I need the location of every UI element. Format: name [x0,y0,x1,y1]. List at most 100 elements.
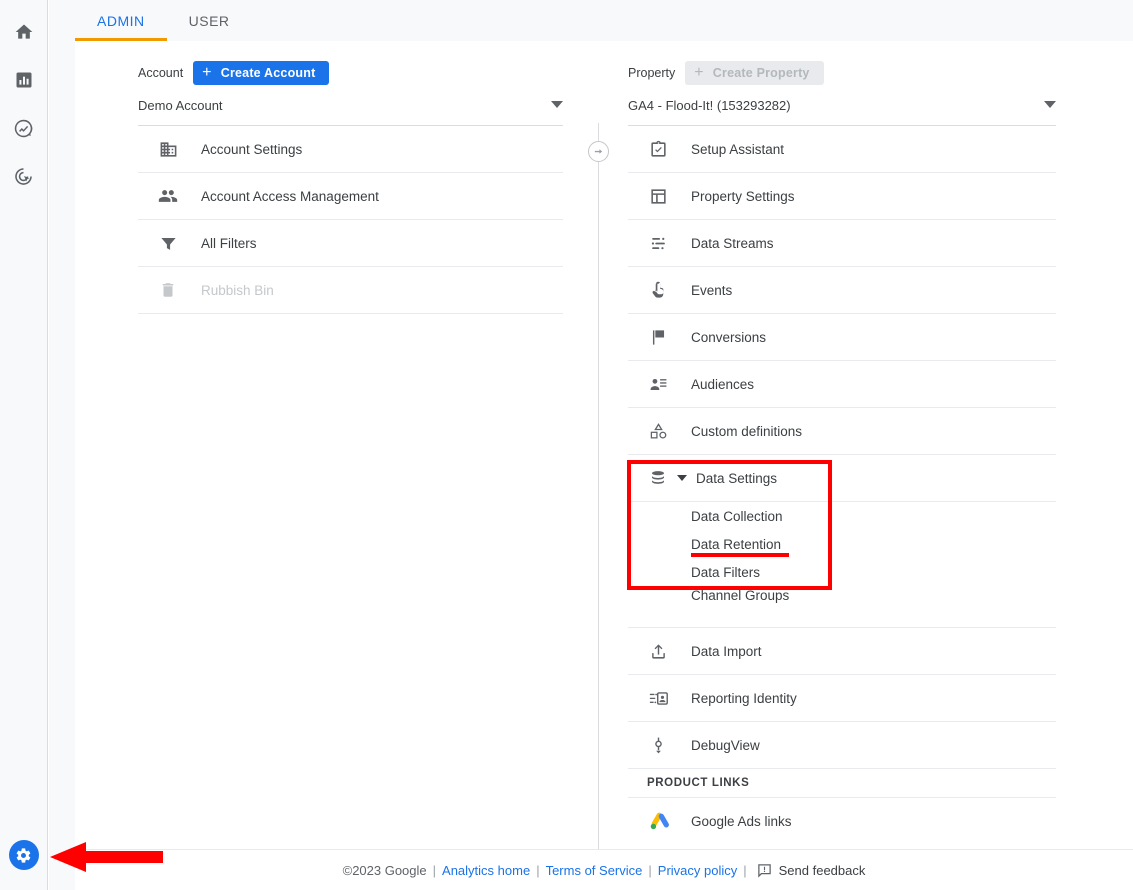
admin-user-tabbar: ADMIN USER [49,0,1133,41]
property-selector[interactable]: GA4 - Flood-It! (153293282) [628,98,1056,126]
footer-separator: | [432,862,437,878]
property-item-events[interactable]: Events [628,267,1056,314]
property-subitem-data-filters[interactable]: Data Filters [628,558,1056,586]
create-property-button[interactable]: + Create Property [685,61,824,85]
footer-separator: | [743,862,747,878]
footer-link-privacy-policy[interactable]: Privacy policy [658,863,737,878]
page-footer: ©2023 Google | Analytics home | Terms of… [75,849,1133,890]
property-menu-list: Setup Assistant Property Settings Data S… [628,126,1056,845]
tap-icon [647,279,669,301]
tab-admin[interactable]: ADMIN [75,0,167,41]
home-icon[interactable] [0,8,48,56]
footer-separator: | [648,862,652,878]
account-selector-value: Demo Account [138,98,223,113]
identity-icon [647,687,669,709]
create-property-label: Create Property [712,66,810,80]
property-subitem-channel-groups[interactable]: Channel Groups [628,586,1056,628]
send-feedback-button[interactable]: Send feedback [757,862,866,878]
footer-link-analytics-home[interactable]: Analytics home [442,863,530,878]
clipboard-check-icon [647,138,669,160]
property-item-reporting-identity[interactable]: Reporting Identity [628,675,1056,722]
property-item-label: Conversions [691,329,767,345]
property-item-conversions[interactable]: Conversions [628,314,1056,361]
property-subitem-data-collection[interactable]: Data Collection [628,502,1056,530]
account-menu-list: Account Settings Account Access Manageme… [138,126,563,314]
gear-icon[interactable] [8,840,39,870]
debug-icon [647,734,669,756]
property-group-label: Data Settings [696,470,778,486]
property-item-label: Reporting Identity [691,690,797,706]
data-streams-icon [647,232,669,254]
property-item-setup-assistant[interactable]: Setup Assistant [628,126,1056,173]
trash-icon [157,279,179,301]
property-selector-value: GA4 - Flood-It! (153293282) [628,98,791,113]
column-divider [598,123,599,849]
property-group-data-settings[interactable]: Data Settings [628,455,1056,502]
footer-copyright: ©2023 Google [342,862,427,878]
account-item-label: Account Access Management [201,188,379,204]
account-item-all-filters[interactable]: All Filters [138,220,563,267]
property-item-label: Data Streams [691,235,774,251]
property-item-data-import[interactable]: Data Import [628,628,1056,675]
property-item-label: Data Import [691,643,762,659]
property-subitem-data-retention[interactable]: Data Retention [628,530,1056,558]
tab-user[interactable]: USER [167,0,252,41]
property-column: Property + Create Property GA4 - Flood-I… [628,60,1056,845]
reports-icon[interactable] [0,56,48,104]
building-icon [157,138,179,160]
explore-icon[interactable] [0,104,48,152]
property-item-data-streams[interactable]: Data Streams [628,220,1056,267]
account-item-rubbish-bin: Rubbish Bin [138,267,563,314]
property-item-property-settings[interactable]: Property Settings [628,173,1056,220]
collapse-arrow-icon[interactable] [588,141,609,162]
filter-icon [157,232,179,254]
property-item-label: Events [691,282,733,298]
property-item-label: Google Ads links [691,814,792,829]
property-item-label: Custom definitions [691,423,803,439]
account-item-label: Account Settings [201,141,303,157]
account-column: Account + Create Account Demo Account Ac… [138,60,563,314]
property-item-label: Property Settings [691,188,795,204]
shapes-icon [647,420,669,442]
admin-panel: Account + Create Account Demo Account Ac… [75,41,1133,849]
property-label: Property [628,66,676,80]
database-icon [647,467,669,489]
triangle-down-icon [677,475,687,481]
chevron-down-icon [1044,101,1056,108]
account-label: Account [138,66,184,80]
flag-icon [647,326,669,348]
plus-icon: + [694,64,704,81]
send-feedback-label: Send feedback [778,862,866,878]
property-item-debugview[interactable]: DebugView [628,722,1056,769]
advertising-icon[interactable] [0,152,48,200]
plus-icon: + [202,64,212,81]
account-column-header: Account + Create Account [138,60,563,86]
footer-separator: | [536,862,540,878]
create-account-label: Create Account [220,66,316,80]
people-icon [157,185,179,207]
account-selector[interactable]: Demo Account [138,98,563,126]
property-item-label: Setup Assistant [691,141,785,157]
google-ads-icon [647,811,669,833]
layout-icon [647,185,669,207]
chevron-down-icon [551,101,563,108]
property-column-header: Property + Create Property [628,60,1056,86]
create-account-button[interactable]: + Create Account [193,61,330,85]
audience-icon [647,373,669,395]
property-item-label: DebugView [691,737,760,753]
content-gutter [49,0,75,890]
property-item-custom-definitions[interactable]: Custom definitions [628,408,1056,455]
account-item-label: All Filters [201,235,257,251]
account-item-settings[interactable]: Account Settings [138,126,563,173]
property-item-google-ads-links[interactable]: Google Ads links [628,798,1056,845]
property-item-label: Audiences [691,376,755,392]
product-links-section-title: PRODUCT LINKS [628,769,1056,798]
left-nav-rail [0,0,48,890]
upload-icon [647,640,669,662]
footer-link-terms-of-service[interactable]: Terms of Service [546,863,643,878]
property-item-audiences[interactable]: Audiences [628,361,1056,408]
feedback-icon [757,863,771,878]
analytics-admin-page: ADMIN USER Account + Create Account Demo… [0,0,1133,890]
account-item-access-management[interactable]: Account Access Management [138,173,563,220]
account-item-label: Rubbish Bin [201,282,274,298]
